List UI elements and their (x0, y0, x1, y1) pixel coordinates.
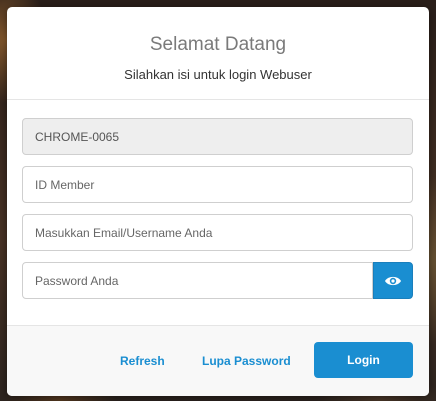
password-input[interactable] (22, 262, 373, 299)
modal-subtitle: Silahkan isi untuk login Webuser (124, 67, 312, 82)
modal-body (7, 100, 429, 326)
show-password-button[interactable] (373, 262, 413, 299)
modal-header: Selamat Datang Silahkan isi untuk login … (7, 7, 429, 100)
email-username-input[interactable] (22, 214, 413, 251)
login-button[interactable]: Login (314, 342, 413, 378)
computer-name-field (22, 118, 413, 155)
eye-icon (385, 276, 401, 285)
forgot-password-link[interactable]: Lupa Password (202, 354, 291, 368)
login-modal: Selamat Datang Silahkan isi untuk login … (7, 7, 429, 396)
password-input-group (22, 262, 413, 299)
member-id-input[interactable] (22, 166, 413, 203)
modal-footer: Refresh Lupa Password Login (7, 326, 429, 396)
modal-title: Selamat Datang (149, 34, 287, 55)
refresh-button[interactable]: Refresh (120, 354, 165, 368)
